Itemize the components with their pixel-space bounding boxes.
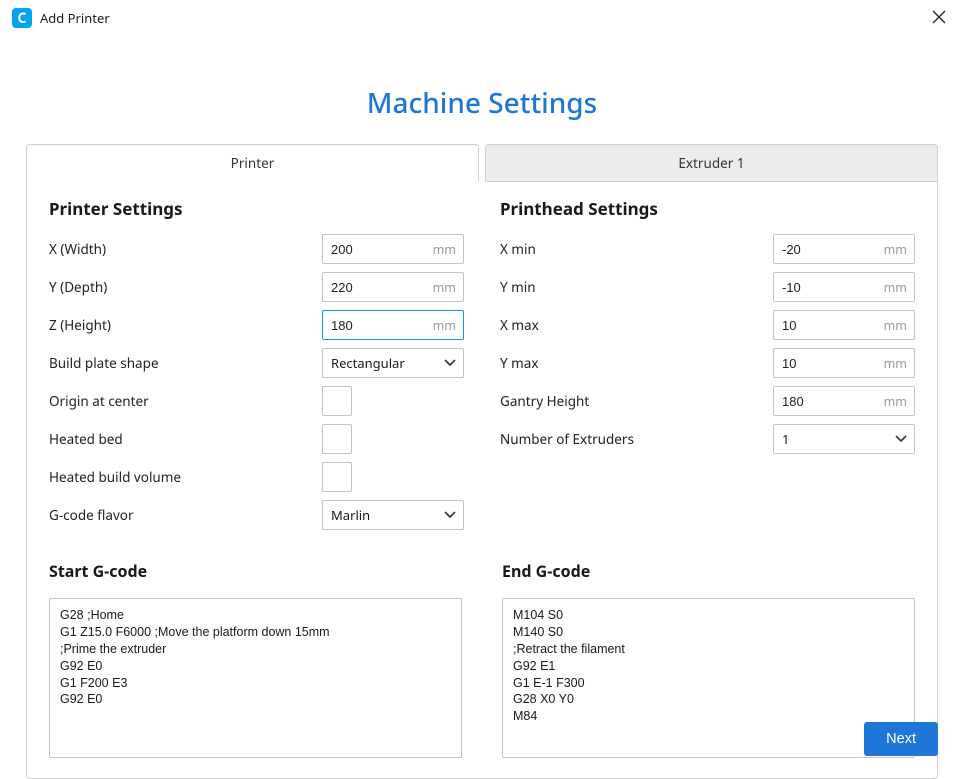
row-heated-bed: Heated bed: [49, 424, 464, 454]
printer-panel: Printer Settings X (Width) mm Y (Depth) …: [26, 181, 938, 779]
y-depth-input[interactable]: [322, 272, 464, 302]
end-gcode-textarea[interactable]: M104 S0 M140 S0 ;Retract the filament G9…: [502, 598, 915, 758]
tab-extruder-1[interactable]: Extruder 1: [485, 144, 938, 182]
build-plate-shape-label: Build plate shape: [49, 354, 322, 372]
gcode-flavor-label: G-code flavor: [49, 506, 322, 524]
row-num-extruders: Number of Extruders 1: [500, 424, 915, 454]
window-title: Add Printer: [40, 9, 110, 27]
x-width-input[interactable]: [322, 234, 464, 264]
end-gcode-heading: End G-code: [502, 560, 915, 582]
num-extruders-select[interactable]: 1: [773, 424, 915, 454]
build-plate-shape-select[interactable]: Rectangular: [322, 348, 464, 378]
select-value: Marlin: [331, 506, 370, 524]
next-button[interactable]: Next: [864, 722, 938, 756]
row-x-max: X max mm: [500, 310, 915, 340]
tab-label: Printer: [231, 154, 275, 172]
close-icon[interactable]: [926, 8, 952, 26]
next-button-label: Next: [886, 731, 916, 747]
row-origin-center: Origin at center: [49, 386, 464, 416]
x-min-label: X min: [500, 240, 773, 258]
printhead-settings-heading: Printhead Settings: [500, 197, 915, 220]
heated-bed-checkbox[interactable]: [322, 424, 352, 454]
end-gcode-section: End G-code M104 S0 M140 S0 ;Retract the …: [502, 560, 915, 758]
x-max-label: X max: [500, 316, 773, 334]
x-width-label: X (Width): [49, 240, 322, 258]
y-min-input[interactable]: [773, 272, 915, 302]
printer-settings-column: Printer Settings X (Width) mm Y (Depth) …: [49, 197, 464, 538]
row-x-width: X (Width) mm: [49, 234, 464, 264]
start-gcode-textarea[interactable]: G28 ;Home G1 Z15.0 F6000 ;Move the platf…: [49, 598, 462, 758]
x-min-input[interactable]: [773, 234, 915, 264]
row-gcode-flavor: G-code flavor Marlin: [49, 500, 464, 530]
row-z-height: Z (Height) mm: [49, 310, 464, 340]
start-gcode-section: Start G-code G28 ;Home G1 Z15.0 F6000 ;M…: [49, 560, 462, 758]
row-gantry-height: Gantry Height mm: [500, 386, 915, 416]
y-max-label: Y max: [500, 354, 773, 372]
z-height-label: Z (Height): [49, 316, 322, 334]
num-extruders-label: Number of Extruders: [500, 430, 773, 448]
z-height-input[interactable]: [322, 310, 464, 340]
heated-volume-checkbox[interactable]: [322, 462, 352, 492]
gantry-height-label: Gantry Height: [500, 392, 773, 410]
gcode-flavor-select[interactable]: Marlin: [322, 500, 464, 530]
row-y-depth: Y (Depth) mm: [49, 272, 464, 302]
tabs: Printer Extruder 1: [26, 144, 938, 182]
heated-bed-label: Heated bed: [49, 430, 322, 448]
row-heated-volume: Heated build volume: [49, 462, 464, 492]
heated-volume-label: Heated build volume: [49, 468, 322, 486]
row-build-plate-shape: Build plate shape Rectangular: [49, 348, 464, 378]
titlebar: C Add Printer: [0, 0, 964, 36]
tab-label: Extruder 1: [678, 154, 744, 172]
row-x-min: X min mm: [500, 234, 915, 264]
page-title: Machine Settings: [0, 84, 964, 122]
y-min-label: Y min: [500, 278, 773, 296]
select-value: Rectangular: [331, 354, 405, 372]
printer-settings-heading: Printer Settings: [49, 197, 464, 220]
x-max-input[interactable]: [773, 310, 915, 340]
app-icon-letter: C: [18, 9, 27, 28]
row-y-max: Y max mm: [500, 348, 915, 378]
select-value: 1: [782, 430, 789, 448]
y-max-input[interactable]: [773, 348, 915, 378]
app-icon: C: [12, 8, 32, 28]
printhead-settings-column: Printhead Settings X min mm Y min mm: [500, 197, 915, 538]
row-y-min: Y min mm: [500, 272, 915, 302]
start-gcode-heading: Start G-code: [49, 560, 462, 582]
gantry-height-input[interactable]: [773, 386, 915, 416]
tab-printer[interactable]: Printer: [26, 144, 479, 182]
origin-center-label: Origin at center: [49, 392, 322, 410]
y-depth-label: Y (Depth): [49, 278, 322, 296]
origin-center-checkbox[interactable]: [322, 386, 352, 416]
